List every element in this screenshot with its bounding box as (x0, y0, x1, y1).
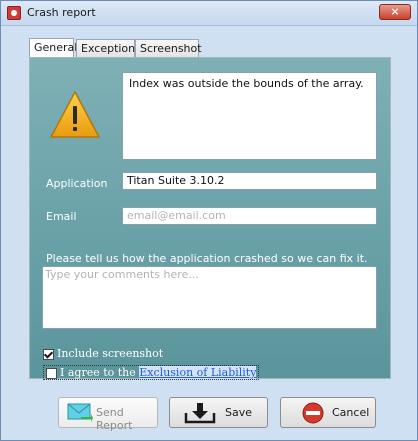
crash-report-window: Crash report × General Exceptions Screen… (0, 0, 418, 441)
include-screenshot-option[interactable]: Include screenshot (43, 347, 163, 360)
save-button[interactable]: Save (169, 397, 268, 428)
close-button[interactable]: × (379, 4, 411, 20)
email-label: Email (46, 210, 77, 223)
warning-icon (50, 91, 100, 138)
window-title: Crash report (27, 6, 96, 19)
agree-liability-checkbox[interactable] (46, 367, 57, 379)
error-message-box[interactable]: Index was outside the bounds of the arra… (122, 72, 377, 160)
cancel-label: Cancel (332, 406, 370, 419)
email-field[interactable]: email@email.com (122, 207, 377, 225)
tab-general[interactable]: General (29, 38, 77, 58)
envelope-send-icon (67, 403, 93, 422)
send-report-button[interactable]: Send Report (58, 397, 158, 432)
save-label: Save (225, 406, 253, 419)
crash-report-app-icon (7, 6, 21, 20)
exclusion-of-liability-link[interactable]: Exclusion of Liability (139, 366, 257, 379)
title-bar[interactable]: Crash report × (1, 1, 417, 26)
tab-screenshot[interactable]: Screenshot (135, 39, 202, 57)
comments-input[interactable] (42, 266, 377, 329)
cancel-button[interactable]: Cancel (280, 397, 376, 428)
agree-prefix-label: I agree to the (60, 366, 140, 379)
agree-liability-option[interactable]: I agree to the Exclusion of Liability (43, 365, 260, 380)
application-label: Application (46, 177, 108, 190)
include-screenshot-label: Include screenshot (57, 347, 164, 360)
tab-exceptions[interactable]: Exceptions (76, 39, 141, 57)
comments-prompt: Please tell us how the application crash… (46, 252, 368, 265)
application-field[interactable]: Titan Suite 3.10.2 (122, 172, 377, 190)
include-screenshot-checkbox[interactable] (43, 348, 54, 360)
no-entry-cancel-icon (302, 402, 324, 424)
send-report-label: Send Report (96, 406, 133, 432)
download-save-icon (184, 403, 216, 424)
